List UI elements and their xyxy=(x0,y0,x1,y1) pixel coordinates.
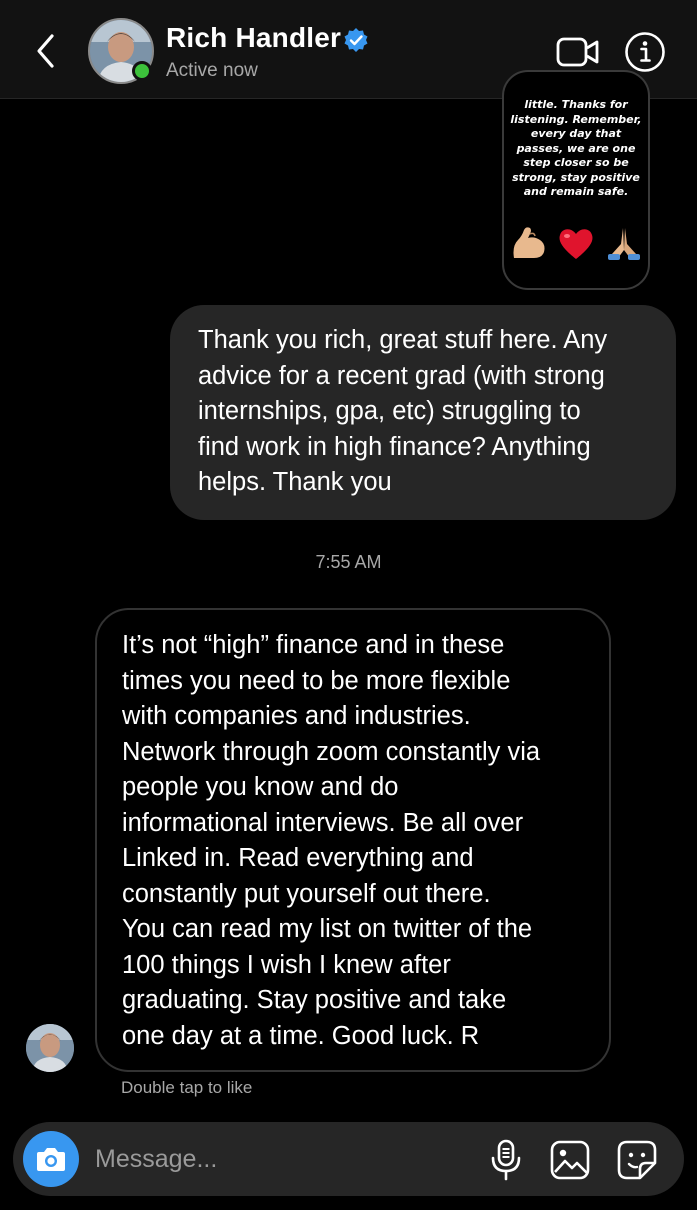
double-tap-hint: Double tap to like xyxy=(121,1078,253,1097)
message-line: find work in high finance? Anything xyxy=(198,432,591,461)
message-line: times you need to be more flexible xyxy=(122,666,511,695)
red-heart-icon xyxy=(559,229,593,259)
received-message-bubble[interactable]: It’s not “high” finance and in these tim… xyxy=(95,608,611,1072)
story-emoji-row xyxy=(504,224,648,264)
voice-message-button[interactable] xyxy=(489,1138,523,1182)
info-button[interactable] xyxy=(624,31,666,73)
message-line: helps. Thank you xyxy=(198,468,392,496)
camera-button[interactable] xyxy=(23,1131,79,1187)
message-line: Linked in. Read everything and xyxy=(122,844,474,872)
sender-avatar[interactable] xyxy=(26,1024,74,1072)
message-timestamp: 7:55 AM xyxy=(315,552,382,572)
story-reply-card[interactable]: little. Thanks for listening. Remember, … xyxy=(502,70,650,290)
message-line: You can read my list on twitter of the xyxy=(122,915,533,943)
message-line: 100 things I wish I knew after xyxy=(122,950,451,979)
message-line: It’s not “high” finance and in these xyxy=(122,631,505,659)
message-line: internships, gpa, etc) struggling to xyxy=(198,397,581,425)
video-call-button[interactable] xyxy=(556,36,600,68)
active-status-dot xyxy=(132,61,152,81)
gallery-button[interactable] xyxy=(549,1139,591,1181)
message-line: Thank you rich, great stuff here. Any xyxy=(198,326,608,354)
sticker-button[interactable] xyxy=(616,1139,658,1181)
microphone-icon xyxy=(491,1139,521,1181)
gallery-icon xyxy=(550,1140,590,1180)
contact-name[interactable]: Rich Handler xyxy=(166,22,341,54)
back-button[interactable] xyxy=(30,30,64,72)
message-line: Network through zoom constantly via xyxy=(122,737,541,766)
message-line: one day at a time. Good luck. R xyxy=(122,1021,480,1050)
info-icon xyxy=(625,32,665,72)
story-text: little. Thanks for listening. Remember, … xyxy=(510,98,642,198)
folded-hands-icon xyxy=(608,228,641,260)
message-line: constantly put yourself out there. xyxy=(122,879,491,908)
message-line: advice for a recent grad (with strong xyxy=(198,361,605,390)
message-line: graduating. Stay positive and take xyxy=(122,986,507,1014)
sent-message-bubble[interactable]: Thank you rich, great stuff here. Any ad… xyxy=(170,305,676,520)
active-status-text: Active now xyxy=(166,60,258,81)
camera-icon xyxy=(37,1148,65,1171)
verified-badge-icon xyxy=(344,28,368,52)
message-line: informational interviews. Be all over xyxy=(122,808,524,837)
sticker-icon xyxy=(617,1140,657,1180)
message-input[interactable] xyxy=(95,1140,455,1178)
message-line: with companies and industries. xyxy=(122,702,471,730)
video-camera-icon xyxy=(556,37,599,67)
message-composer xyxy=(13,1122,684,1196)
chevron-left-icon xyxy=(37,34,54,68)
flexed-biceps-icon xyxy=(513,227,545,258)
message-line: people you know and do xyxy=(122,773,399,801)
